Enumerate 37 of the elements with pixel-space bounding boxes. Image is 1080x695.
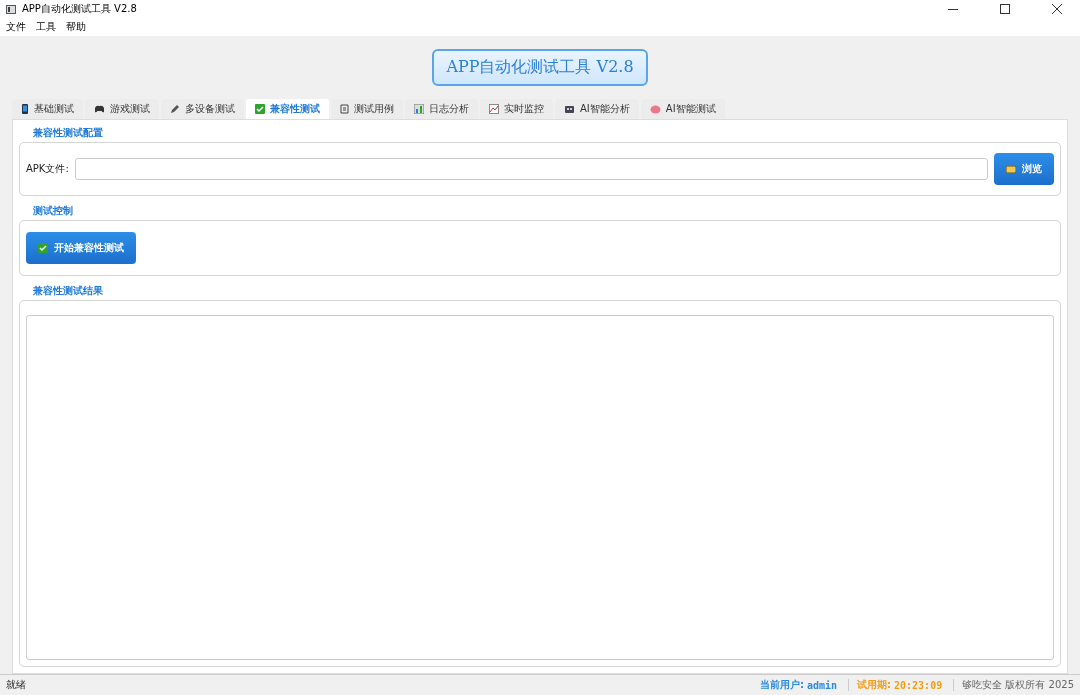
checkbox-icon	[255, 104, 265, 115]
menu-item[interactable]: 文件	[6, 19, 26, 34]
start-test-button[interactable]: 开始兼容性测试	[26, 232, 136, 265]
user-label: 当前用户:	[759, 678, 804, 693]
tab[interactable]: 游戏测试	[85, 99, 159, 120]
tab[interactable]: 基础测试	[12, 99, 83, 120]
line-chart-icon	[489, 104, 499, 115]
pencil-icon	[170, 104, 180, 115]
tab[interactable]: AI智能分析	[555, 99, 639, 120]
gamepad-icon	[94, 105, 105, 114]
phone-icon	[21, 104, 29, 115]
group-title: 兼容性测试结果	[33, 284, 103, 299]
user-name: admin	[805, 679, 838, 691]
tab[interactable]: 兼容性测试	[246, 99, 329, 120]
folder-icon	[1006, 165, 1016, 173]
trial-label: 试用期:	[857, 678, 891, 693]
app-banner: APP自动化测试工具 V2.8	[432, 49, 648, 87]
apk-file-field[interactable]	[74, 158, 988, 181]
tab[interactable]: 测试用例	[331, 99, 403, 120]
status-text: 就绪	[6, 678, 26, 693]
copyright-text: 够吃安全 版权所有 2025	[962, 678, 1074, 693]
menu-item[interactable]: 工具	[36, 19, 56, 34]
tab[interactable]: 实时监控	[480, 99, 553, 120]
menu-item[interactable]: 帮助	[66, 19, 86, 34]
group-title: 测试控制	[33, 204, 73, 219]
tab[interactable]: 多设备测试	[161, 99, 244, 120]
window-title: APP自动化测试工具 V2.8	[22, 2, 138, 16]
group-title: 兼容性测试配置	[33, 126, 103, 141]
trial-time: 20:23:09	[893, 679, 944, 691]
tab[interactable]: AI智能测试	[640, 99, 725, 120]
checkbox-icon	[38, 243, 48, 254]
tab[interactable]: 日志分析	[405, 99, 478, 120]
bar-chart-icon	[414, 104, 424, 115]
app-icon	[6, 4, 16, 14]
robot-icon	[564, 104, 575, 115]
field-label: APK文件:	[26, 162, 69, 177]
browse-button[interactable]: 浏览	[994, 153, 1054, 186]
